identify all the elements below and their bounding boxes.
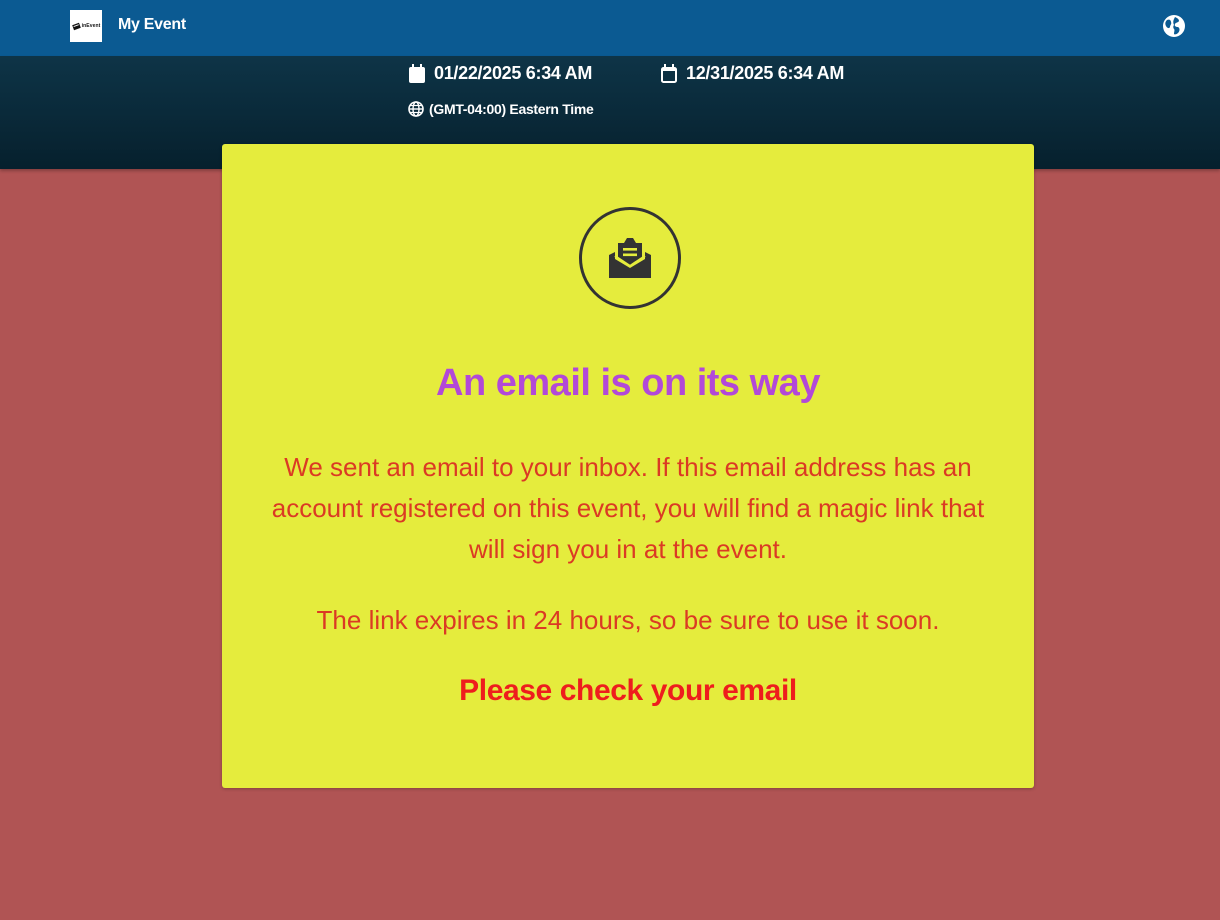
inevent-logo-icon — [71, 22, 81, 30]
calendar-filled-icon — [409, 63, 425, 83]
event-logo[interactable]: inEvent — [70, 10, 102, 42]
start-date-text: 01/22/2025 6:34 AM — [434, 63, 593, 83]
calendar-outline-icon — [661, 63, 677, 83]
check-email-prompt: Please check your email — [459, 674, 797, 707]
link-expiry-note: The link expires in 24 hours, so be sure… — [316, 605, 940, 635]
mail-icon-circle — [579, 207, 681, 309]
event-title[interactable]: My Event — [118, 16, 186, 34]
confirmation-message: We sent an email to your inbox. If this … — [271, 452, 985, 564]
start-date: 01/22/2025 6:34 AM — [408, 63, 592, 84]
end-date-text: 12/31/2025 6:34 AM — [686, 63, 845, 83]
globe-icon — [408, 101, 424, 117]
timezone: (GMT-04:00) Eastern Time — [408, 101, 594, 117]
logo-text: inEvent — [81, 23, 101, 29]
envelope-open-icon — [609, 238, 651, 278]
confirmation-heading: An email is on its way — [436, 362, 820, 404]
top-navbar: inEvent My Event — [0, 0, 1220, 56]
timezone-text: (GMT-04:00) Eastern Time — [429, 101, 594, 117]
globe-icon — [1163, 15, 1185, 37]
email-sent-card: An email is on its way We sent an email … — [222, 144, 1034, 788]
end-date: 12/31/2025 6:34 AM — [660, 63, 844, 84]
language-button[interactable] — [1162, 14, 1186, 38]
